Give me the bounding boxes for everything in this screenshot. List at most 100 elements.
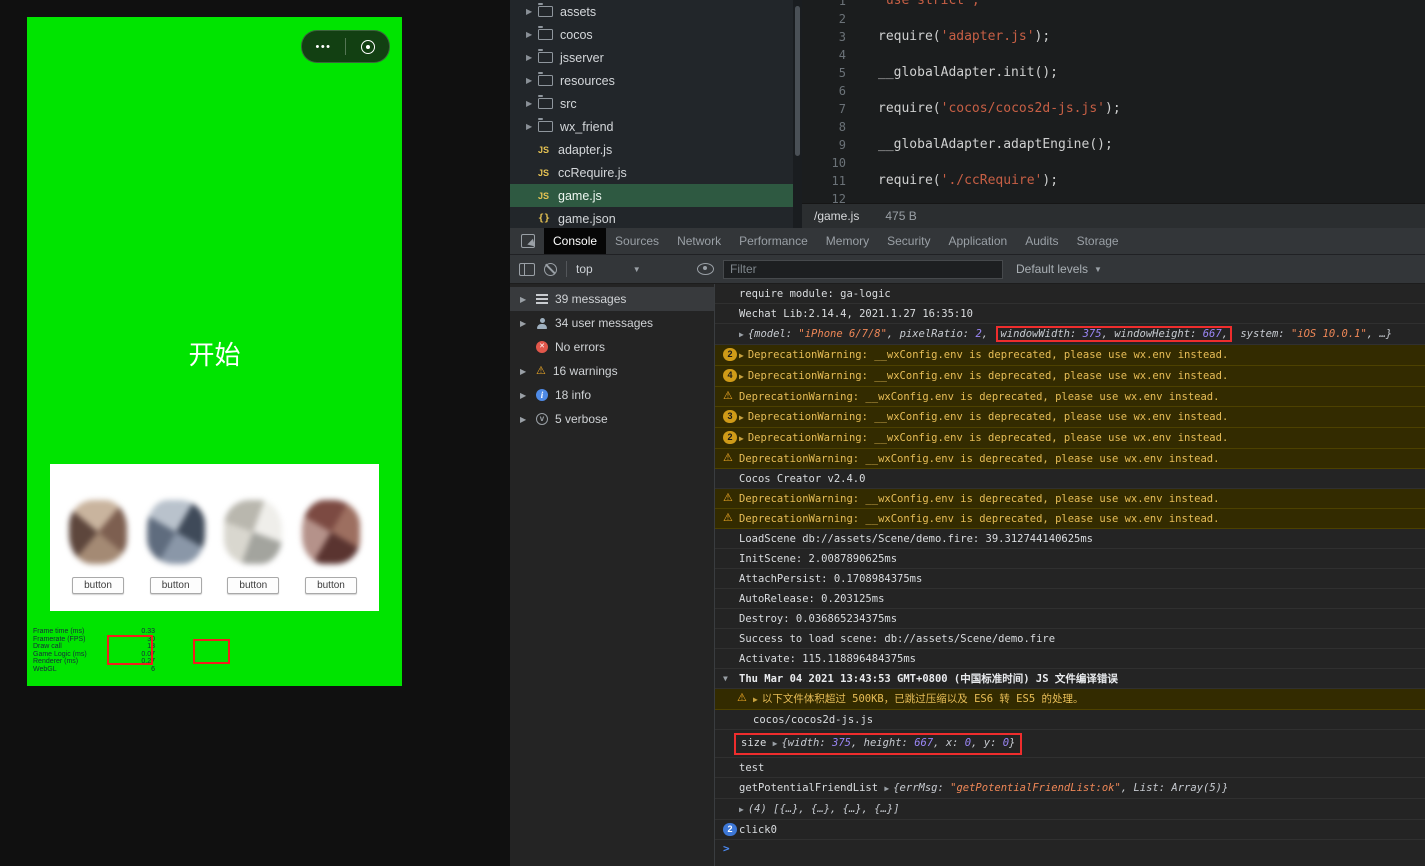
- sidebar-filter-list[interactable]: ▶ 39 messages: [510, 287, 714, 311]
- tree-item-adapter.js[interactable]: JS adapter.js: [510, 138, 793, 161]
- console-message[interactable]: require module: ga-logic: [715, 284, 1425, 304]
- scrollbar-thumb[interactable]: [795, 6, 800, 156]
- tree-item-game.json[interactable]: {} game.json: [510, 207, 793, 228]
- live-expression-eye-icon[interactable]: [697, 263, 714, 275]
- expand-arrow-icon[interactable]: ▶: [520, 295, 529, 304]
- console-message[interactable]: Success to load scene: db://assets/Scene…: [715, 629, 1425, 649]
- message-text: Cocos Creator v2.4.0: [739, 473, 866, 485]
- tree-item-cocos[interactable]: ▶ cocos: [510, 23, 793, 46]
- message-text: Success to load scene: db://assets/Scene…: [739, 633, 1056, 645]
- sidebar-filter-info[interactable]: ▶ i 18 info: [510, 383, 714, 407]
- console-message[interactable]: test: [715, 758, 1425, 778]
- tab-performance[interactable]: Performance: [730, 228, 817, 254]
- tab-console[interactable]: Console: [544, 228, 607, 254]
- tab-sources[interactable]: Sources: [606, 228, 668, 254]
- tree-item-src[interactable]: ▶ src: [510, 92, 793, 115]
- expand-arrow-icon[interactable]: ▶: [526, 99, 538, 108]
- console-message[interactable]: ⚠ DeprecationWarning: __wxConfig.env is d…: [715, 449, 1425, 469]
- console-message[interactable]: ⚠ DeprecationWarning: __wxConfig.env is d…: [715, 509, 1425, 529]
- log-levels-dropdown[interactable]: Default levels ▼: [1016, 262, 1102, 276]
- sidebar-toggle-icon[interactable]: [519, 262, 535, 276]
- annotation-box: size ▶ {width: 375, height: 667, x: 0, y:…: [734, 733, 1023, 755]
- expand-arrow-icon[interactable]: ▶: [526, 7, 538, 16]
- console-message[interactable]: cocos/cocos2d-js.js: [715, 710, 1425, 730]
- tab-security[interactable]: Security: [878, 228, 939, 254]
- exit-button[interactable]: [346, 31, 389, 62]
- expand-arrow-icon[interactable]: ▶: [526, 30, 538, 39]
- console-message[interactable]: getPotentialFriendList ▶ {errMsg: "getPot…: [715, 778, 1425, 799]
- tree-item-game.js[interactable]: JS game.js: [510, 184, 793, 207]
- sidebar-filter-label: 34 user messages: [555, 316, 654, 330]
- code-editor[interactable]: 1 'use strict'; 2 3 require('adapter.js'); 4 5…: [802, 0, 1425, 203]
- tree-item-ccRequire.js[interactable]: JS ccRequire.js: [510, 161, 793, 184]
- console-message[interactable]: Destroy: 0.036865234375ms: [715, 609, 1425, 629]
- line-number: 3: [838, 30, 846, 44]
- console-message[interactable]: LoadScene db://assets/Scene/demo.fire: 3…: [715, 529, 1425, 549]
- console-message[interactable]: ⚠ DeprecationWarning: __wxConfig.env is d…: [715, 387, 1425, 407]
- expand-arrow-icon[interactable]: ▶: [526, 122, 538, 131]
- game-screen[interactable]: ••• 开始 button button button button Frame ti…: [27, 17, 402, 686]
- folder-icon: [537, 49, 553, 63]
- sidebar-filter-error[interactable]: ✕ No errors: [510, 335, 714, 359]
- console-message[interactable]: ▼ Thu Mar 04 2021 13:43:53 GMT+0800 (中国标准…: [715, 669, 1425, 689]
- console-message[interactable]: AutoRelease: 0.203125ms: [715, 589, 1425, 609]
- tree-item-label: wx_friend: [560, 119, 614, 134]
- game-button-3[interactable]: button: [219, 500, 287, 611]
- console-message[interactable]: ▶ (4) [{…}, {…}, {…}, {…}]: [715, 799, 1425, 820]
- stat-value: 6: [151, 665, 155, 673]
- game-button-4[interactable]: button: [297, 500, 365, 611]
- line-number: 6: [838, 84, 846, 98]
- expand-arrow-icon[interactable]: ▶: [526, 76, 538, 85]
- expand-arrow-icon[interactable]: ▶: [526, 53, 538, 62]
- tree-item-resources[interactable]: ▶ resources: [510, 69, 793, 92]
- button-panel: button button button button: [50, 464, 379, 611]
- sidebar-filter-warning[interactable]: ▶ ⚠ 16 warnings: [510, 359, 714, 383]
- context-dropdown[interactable]: top ▼: [576, 262, 688, 276]
- warning-icon: ⚠: [536, 364, 546, 377]
- console-message[interactable]: AttachPersist: 0.1708984375ms: [715, 569, 1425, 589]
- console-prompt[interactable]: >: [715, 840, 1425, 860]
- sidebar-filter-user[interactable]: ▶ 34 user messages: [510, 311, 714, 335]
- clear-console-icon[interactable]: [544, 262, 557, 276]
- tab-memory[interactable]: Memory: [817, 228, 878, 254]
- message-text: require module: ga-logic: [739, 288, 891, 300]
- tab-network[interactable]: Network: [668, 228, 730, 254]
- console-message[interactable]: Activate: 115.118896484375ms: [715, 649, 1425, 669]
- console-message[interactable]: size ▶ {width: 375, height: 667, x: 0, y:…: [715, 730, 1425, 758]
- tree-item-assets[interactable]: ▶ assets: [510, 0, 793, 23]
- tree-item-wx_friend[interactable]: ▶ wx_friend: [510, 115, 793, 138]
- game-button-1[interactable]: button: [64, 500, 132, 611]
- expand-arrow-icon[interactable]: ▶: [520, 367, 529, 376]
- tree-scrollbar[interactable]: [793, 0, 802, 228]
- expand-arrow-icon[interactable]: ▶: [520, 415, 529, 424]
- console-message[interactable]: ⚠ DeprecationWarning: __wxConfig.env is d…: [715, 489, 1425, 509]
- expand-arrow-icon[interactable]: ▶: [520, 319, 529, 328]
- console-message[interactable]: ⚠ ▶ 以下文件体积超过 500KB，已跳过压缩以及 ES6 转 ES5 的处理。: [715, 689, 1425, 710]
- console-message[interactable]: Cocos Creator v2.4.0: [715, 469, 1425, 489]
- annotation-box-stats: [107, 635, 153, 665]
- line-number: 4: [838, 48, 846, 62]
- console-message[interactable]: 2 ▶ DeprecationWarning: __wxConfig.env is …: [715, 345, 1425, 366]
- expand-arrow-icon[interactable]: ▶: [520, 391, 529, 400]
- console-message[interactable]: InitScene: 2.0087890625ms: [715, 549, 1425, 569]
- filter-input[interactable]: [723, 259, 1003, 279]
- tab-audits[interactable]: Audits: [1016, 228, 1067, 254]
- console-message[interactable]: 4 ▶ DeprecationWarning: __wxConfig.env is …: [715, 366, 1425, 387]
- console-message[interactable]: 3 ▶ DeprecationWarning: __wxConfig.env is …: [715, 407, 1425, 428]
- console-message[interactable]: 2 ▶ DeprecationWarning: __wxConfig.env is …: [715, 428, 1425, 449]
- more-menu-button[interactable]: •••: [302, 41, 345, 52]
- tab-storage[interactable]: Storage: [1068, 228, 1128, 254]
- start-button[interactable]: 开始: [27, 335, 402, 372]
- tab-application[interactable]: Application: [939, 228, 1016, 254]
- tree-item-label: assets: [560, 4, 597, 19]
- button-label: button: [149, 577, 202, 594]
- console-message[interactable]: Wechat Lib:2.14.4, 2021.1.27 16:35:10: [715, 304, 1425, 324]
- inspect-element-icon[interactable]: [521, 234, 535, 248]
- tree-item-jsserver[interactable]: ▶ jsserver: [510, 46, 793, 69]
- sidebar-filter-verbose[interactable]: ▶ v 5 verbose: [510, 407, 714, 431]
- game-button-2[interactable]: button: [142, 500, 210, 611]
- console-message[interactable]: 2 click0: [715, 820, 1425, 840]
- collapse-arrow-icon[interactable]: ▼: [723, 672, 739, 686]
- console-message[interactable]: ▶ {model: "iPhone 6/7/8", pixelRatio: 2, …: [715, 324, 1425, 345]
